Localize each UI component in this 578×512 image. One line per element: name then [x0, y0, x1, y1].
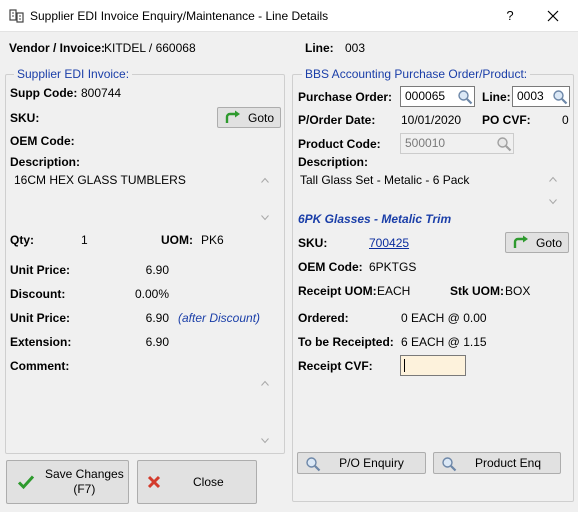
receipt-cvf-input[interactable] [400, 355, 466, 376]
receipt-uom-label: Receipt UOM: [298, 284, 377, 298]
vendor-invoice-value: KITDEL / 660068 [104, 41, 196, 55]
purchase-order-input[interactable]: 000065 [400, 86, 475, 107]
close-icon [547, 10, 559, 22]
po-cvf-value: 0 [562, 113, 569, 127]
supp-code-label: Supp Code: [10, 86, 78, 100]
receipt-uom-value: EACH [377, 284, 411, 298]
search-icon[interactable] [456, 88, 474, 106]
stk-uom-value: BOX [505, 284, 531, 298]
sku-link[interactable]: 700425 [369, 236, 409, 250]
search-icon [306, 457, 321, 472]
right-goto-button[interactable]: Goto [505, 232, 569, 253]
search-icon[interactable] [551, 88, 569, 106]
to-be-receipted-value: 6 EACH @ 1.15 [401, 335, 487, 349]
scroll-up-icon [549, 176, 557, 182]
uom-value: PK6 [201, 233, 224, 247]
line-value: 003 [345, 41, 366, 55]
left-description-memo[interactable]: 16CM HEX GLASS TUMBLERS [10, 171, 272, 227]
text-cursor [404, 359, 405, 372]
unit-price-after-discount-label: Unit Price: [10, 311, 71, 325]
purchase-order-value: 000065 [405, 89, 446, 103]
left-description-scrollbar[interactable] [258, 171, 272, 227]
app-icon [9, 9, 24, 23]
sku-label: SKU: [10, 111, 40, 125]
left-goto-label: Goto [247, 110, 274, 125]
po-line-input[interactable]: 0003 [512, 86, 570, 107]
oem-code-label: OEM Code: [10, 134, 75, 148]
to-be-receipted-label: To be Receipted: [298, 335, 394, 349]
qty-label: Qty: [10, 233, 34, 247]
save-changes-label: Save Changes (F7) [45, 467, 124, 497]
po-line-label: Line: [482, 90, 511, 104]
discount-label: Discount: [10, 287, 66, 301]
scroll-up-icon [261, 380, 269, 386]
help-button[interactable]: ? [490, 4, 530, 28]
scroll-up-icon [261, 177, 269, 183]
checkmark-icon [17, 475, 35, 490]
unit-price-value: 6.90 [145, 263, 169, 277]
left-description-text: 16CM HEX GLASS TUMBLERS [14, 173, 186, 187]
comment-memo[interactable] [10, 374, 272, 450]
right-description-label: Description: [298, 155, 369, 169]
unit-price-label: Unit Price: [10, 263, 71, 277]
search-icon [442, 457, 457, 472]
right-oem-code-label: OEM Code: [298, 260, 363, 274]
window-title: Supplier EDI Invoice Enquiry/Maintenance… [30, 9, 329, 23]
after-discount-note: (after Discount) [178, 311, 261, 325]
extension-label: Extension: [10, 335, 72, 349]
line-label: Line: [305, 41, 334, 55]
comment-label: Comment: [10, 359, 70, 373]
supplier-edi-invoice-legend: Supplier EDI Invoice: [14, 67, 133, 81]
save-changes-label-line1: Save Changes [45, 467, 124, 481]
close-button-label: Close [193, 475, 224, 489]
product-enq-label: Product Enq [474, 456, 542, 470]
product-code-input[interactable]: 500010 [400, 133, 514, 154]
extension-value: 6.90 [145, 335, 169, 349]
porder-date-label: P/Order Date: [298, 113, 376, 127]
close-red-x-icon [147, 475, 161, 489]
save-changes-button[interactable]: Save Changes (F7) [6, 460, 129, 504]
close-button[interactable]: Close [137, 460, 257, 504]
product-title: 6PK Glasses - Metalic Trim [298, 212, 452, 226]
right-description-scrollbar[interactable] [546, 171, 560, 211]
unit-price-after-discount-value: 6.90 [145, 311, 169, 325]
po-enquiry-button[interactable]: P/O Enquiry [297, 452, 426, 474]
search-icon[interactable] [495, 135, 513, 153]
scroll-down-icon [261, 438, 269, 444]
close-window-button[interactable] [530, 4, 576, 28]
purchase-order-label: Purchase Order: [298, 90, 393, 104]
right-oem-code-value: 6PKTGS [369, 260, 417, 274]
po-line-value: 0003 [517, 89, 544, 103]
supp-code-value: 800744 [81, 86, 122, 100]
scroll-down-icon [261, 215, 269, 221]
ordered-value: 0 EACH @ 0.00 [401, 311, 487, 325]
stk-uom-label: Stk UOM: [450, 284, 504, 298]
ordered-label: Ordered: [298, 311, 349, 325]
discount-value: 0.00% [134, 287, 169, 301]
left-goto-button[interactable]: Goto [217, 107, 281, 128]
vendor-invoice-label: Vendor / Invoice: [9, 41, 106, 55]
right-sku-label: SKU: [298, 236, 328, 250]
product-code-label: Product Code: [298, 137, 381, 151]
right-goto-label: Goto [535, 235, 562, 250]
save-changes-label-line2: (F7) [73, 482, 96, 496]
right-description-memo[interactable]: Tall Glass Set - Metalic - 6 Pack [298, 171, 562, 211]
product-enq-button[interactable]: Product Enq [433, 452, 561, 474]
qty-value: 1 [81, 233, 88, 247]
title-bar: Supplier EDI Invoice Enquiry/Maintenance… [0, 0, 578, 32]
bbs-purchase-order-legend: BBS Accounting Purchase Order/Product: [302, 67, 531, 81]
comment-scrollbar[interactable] [258, 374, 272, 450]
product-code-value: 500010 [405, 136, 446, 150]
uom-label: UOM: [161, 233, 193, 247]
receipt-cvf-label: Receipt CVF: [298, 359, 373, 373]
po-cvf-label: PO CVF: [482, 113, 531, 127]
description-label: Description: [10, 155, 81, 169]
goto-arrow-icon [513, 235, 528, 248]
po-enquiry-label: P/O Enquiry [339, 456, 404, 470]
goto-arrow-icon [225, 110, 240, 123]
porder-date-value: 10/01/2020 [401, 113, 462, 127]
right-description-text: Tall Glass Set - Metalic - 6 Pack [300, 173, 470, 187]
scroll-down-icon [549, 199, 557, 205]
